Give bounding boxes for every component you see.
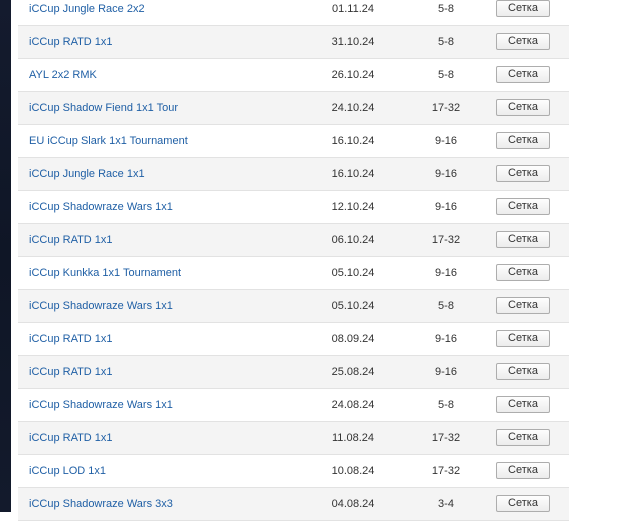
tournament-name-link[interactable]: iCCup Shadowraze Wars 1x1 — [29, 191, 173, 223]
tournament-row: AYL 2x2 RMK 26.10.24 5-8 Сетка — [18, 59, 569, 92]
tournament-name-link[interactable]: iCCup LOD 1x1 — [29, 455, 106, 487]
tournament-name-link[interactable]: iCCup RATD 1x1 — [29, 224, 113, 256]
tournament-date: 06.10.24 — [331, 234, 375, 246]
tournament-date: 01.11.24 — [331, 3, 374, 15]
tournament-players: 5-8 — [438, 300, 454, 312]
bracket-button[interactable]: Сетка — [496, 462, 550, 479]
bracket-button[interactable]: Сетка — [496, 198, 550, 215]
tournament-row: iCCup Shadowraze Wars 1x1 24.08.24 5-8 Сетк… — [18, 389, 569, 422]
tournament-players: 9-16 — [434, 333, 458, 345]
bracket-button[interactable]: Сетка — [496, 165, 550, 182]
tournament-date: 31.10.24 — [331, 36, 375, 48]
page-background-right — [570, 0, 640, 512]
tournament-name-link[interactable]: iCCup Shadowraze Wars 1x1 — [29, 290, 173, 322]
tournament-name-link[interactable]: iCCup RATD 1x1 — [29, 422, 113, 454]
tournament-date: 12.10.24 — [331, 201, 375, 213]
tournament-name-link[interactable]: iCCup Kunkka 1x1 Tournament — [29, 257, 181, 289]
tournament-players: 17-32 — [431, 234, 461, 246]
tournament-date: 24.08.24 — [331, 399, 375, 411]
bracket-button[interactable]: Сетка — [496, 396, 550, 413]
tournament-players: 9-16 — [434, 267, 458, 279]
tournament-date: 26.10.24 — [331, 69, 375, 81]
tournament-players: 9-16 — [434, 201, 458, 213]
tournament-row: iCCup RATD 1x1 06.10.24 17-32 Сетка — [18, 224, 569, 257]
tournament-date: 24.10.24 — [331, 102, 375, 114]
bracket-button[interactable]: Сетка — [496, 330, 550, 347]
tournament-name-link[interactable]: iCCup RATD 1x1 — [29, 26, 113, 58]
bracket-button[interactable]: Сетка — [496, 429, 550, 446]
tournament-name-link[interactable]: iCCup RATD 1x1 — [29, 356, 113, 388]
tournament-players: 5-8 — [438, 69, 454, 81]
tournament-players: 5-8 — [438, 399, 454, 411]
tournament-players: 9-16 — [434, 168, 458, 180]
bracket-button[interactable]: Сетка — [496, 495, 550, 512]
tournament-row: iCCup Shadowraze Wars 1x1 12.10.24 9-16 Сет… — [18, 191, 569, 224]
tournament-players: 9-16 — [434, 366, 458, 378]
tournament-date: 25.08.24 — [331, 366, 375, 378]
tournament-row: iCCup RATD 1x1 25.08.24 9-16 Сетка — [18, 356, 569, 389]
bracket-button[interactable]: Сетка — [496, 33, 550, 50]
tournament-players: 17-32 — [431, 432, 461, 444]
tournament-name-link[interactable]: iCCup Shadowraze Wars 1x1 — [29, 389, 173, 421]
tournament-row: EU iCCup Slark 1x1 Tournament 16.10.24 9-1… — [18, 125, 569, 158]
tournament-players: 5-8 — [438, 36, 454, 48]
tournament-date: 10.08.24 — [331, 465, 375, 477]
tournament-date: 16.10.24 — [331, 135, 375, 147]
tournament-date: 04.08.24 — [331, 498, 375, 510]
bracket-button[interactable]: Сетка — [496, 264, 550, 281]
bracket-button[interactable]: Сетка — [496, 363, 550, 380]
page-background-left — [0, 0, 11, 512]
tournament-players: 5-8 — [438, 3, 454, 15]
tournament-date: 08.09.24 — [331, 333, 375, 345]
tournament-table: iCCup Jungle Race 2x2 01.11.24 5-8 Сетка iCC… — [18, 0, 569, 521]
bracket-button[interactable]: Сетка — [496, 297, 550, 314]
tournament-name-link[interactable]: iCCup RATD 1x1 — [29, 323, 113, 355]
tournament-date: 11.08.24 — [331, 432, 374, 444]
tournament-players: 3-4 — [438, 498, 454, 510]
tournament-date: 16.10.24 — [331, 168, 375, 180]
tournament-row: iCCup Shadowraze Wars 3x3 04.08.24 3-4 Сетк… — [18, 488, 569, 521]
tournament-name-link[interactable]: iCCup Jungle Race 1x1 — [29, 158, 145, 190]
tournament-row: iCCup Jungle Race 2x2 01.11.24 5-8 Сетка — [18, 0, 569, 26]
tournament-players: 9-16 — [434, 135, 458, 147]
tournament-row: iCCup Jungle Race 1x1 16.10.24 9-16 Сетка — [18, 158, 569, 191]
tournament-name-link[interactable]: iCCup Shadowraze Wars 3x3 — [29, 488, 173, 520]
tournament-row: iCCup LOD 1x1 10.08.24 17-32 Сетка — [18, 455, 569, 488]
tournament-row: iCCup Shadowraze Wars 1x1 05.10.24 5-8 Сетк… — [18, 290, 569, 323]
tournament-name-link[interactable]: EU iCCup Slark 1x1 Tournament — [29, 125, 188, 157]
tournament-name-link[interactable]: AYL 2x2 RMK — [29, 59, 97, 91]
tournament-players: 17-32 — [431, 102, 461, 114]
tournament-date: 05.10.24 — [331, 300, 375, 312]
tournament-players: 17-32 — [431, 465, 461, 477]
bracket-button[interactable]: Сетка — [496, 99, 550, 116]
bracket-button[interactable]: Сетка — [496, 132, 550, 149]
tournament-name-link[interactable]: iCCup Shadow Fiend 1x1 Tour — [29, 92, 178, 124]
tournament-name-link[interactable]: iCCup Jungle Race 2x2 — [29, 0, 145, 25]
tournament-row: iCCup Shadow Fiend 1x1 Tour 24.10.24 17-32… — [18, 92, 569, 125]
tournament-date: 05.10.24 — [331, 267, 375, 279]
tournament-row: iCCup RATD 1x1 11.08.24 17-32 Сетка — [18, 422, 569, 455]
bracket-button[interactable]: Сетка — [496, 0, 550, 17]
bracket-button[interactable]: Сетка — [496, 231, 550, 248]
bracket-button[interactable]: Сетка — [496, 66, 550, 83]
tournament-row: iCCup RATD 1x1 31.10.24 5-8 Сетка — [18, 26, 569, 59]
tournament-row: iCCup Kunkka 1x1 Tournament 05.10.24 9-16 С… — [18, 257, 569, 290]
tournament-row: iCCup RATD 1x1 08.09.24 9-16 Сетка — [18, 323, 569, 356]
